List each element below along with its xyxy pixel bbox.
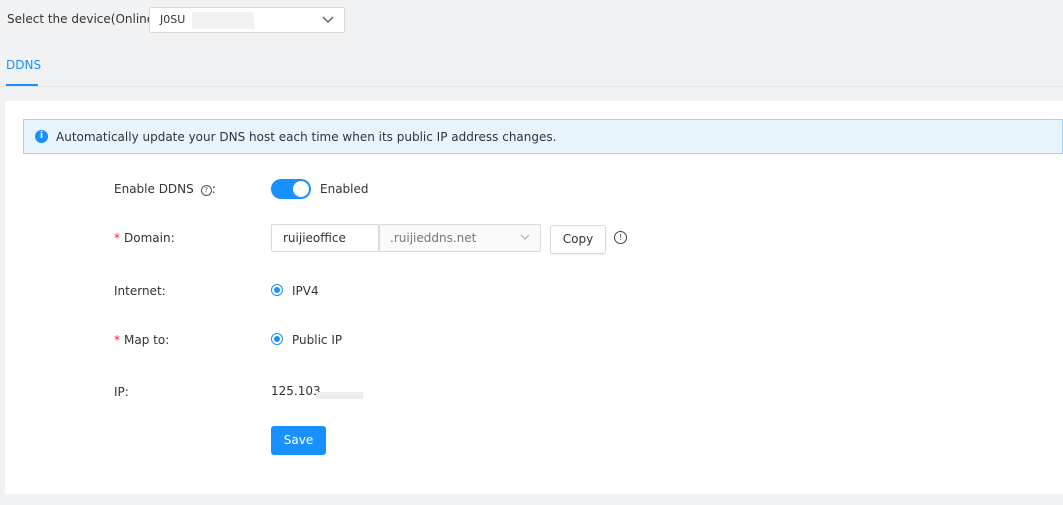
required-mark: * [114, 231, 120, 245]
ipv4-radio-label[interactable]: IPV4 [292, 284, 319, 298]
label-colon: : [124, 385, 129, 399]
tab-ddns[interactable]: DDNS [6, 58, 41, 72]
label-colon: : [211, 182, 216, 196]
enable-ddns-toggle[interactable] [271, 179, 311, 199]
internet-label-row: Internet: [114, 284, 166, 298]
enable-ddns-label-row: Enable DDNS?: [114, 182, 216, 196]
tabs-divider [0, 86, 1063, 87]
ipv4-radio[interactable] [271, 284, 283, 296]
redacted-ip [316, 392, 363, 399]
device-select[interactable]: J0SU [149, 7, 345, 33]
save-button[interactable]: Save [271, 426, 326, 455]
info-alert: i Automatically update your DNS host eac… [23, 119, 1063, 154]
public-ip-radio[interactable] [271, 333, 283, 345]
map-to-label-row: * Map to: [114, 333, 169, 347]
label-colon: : [161, 284, 166, 298]
device-select-label: Select the device(Online): [7, 12, 163, 26]
help-icon[interactable]: ? [200, 185, 212, 196]
domain-suffix-value: .ruijieddns.net [390, 231, 477, 245]
alert-message: Automatically update your DNS host each … [56, 130, 557, 144]
enable-ddns-state: Enabled [320, 182, 369, 196]
domain-input[interactable]: ruijieoffice [271, 224, 379, 252]
domain-suffix-select[interactable]: .ruijieddns.net [379, 224, 541, 252]
enable-ddns-label: Enable DDNS [114, 182, 194, 196]
map-to-label: Map to [124, 333, 166, 347]
domain-label-row: * Domain: [114, 231, 175, 245]
domain-label: Domain [124, 231, 171, 245]
public-ip-radio-label[interactable]: Public IP [292, 333, 342, 347]
device-select-value: J0SU [160, 13, 186, 26]
exclamation-icon[interactable]: ! [614, 231, 627, 244]
domain-input-value: ruijieoffice [283, 231, 346, 245]
chevron-down-icon [520, 234, 530, 240]
label-colon: : [165, 333, 170, 347]
ip-label-row: IP: [114, 385, 129, 399]
chevron-down-icon [322, 16, 334, 23]
ip-value: 125.103 [271, 384, 321, 398]
toggle-knob [293, 181, 309, 197]
redacted-serial [192, 12, 254, 29]
internet-label: Internet [114, 284, 162, 298]
copy-button[interactable]: Copy [550, 225, 606, 254]
label-colon: : [170, 231, 175, 245]
ip-label: IP [114, 385, 125, 399]
info-icon: i [35, 130, 48, 143]
required-mark: * [114, 333, 120, 347]
